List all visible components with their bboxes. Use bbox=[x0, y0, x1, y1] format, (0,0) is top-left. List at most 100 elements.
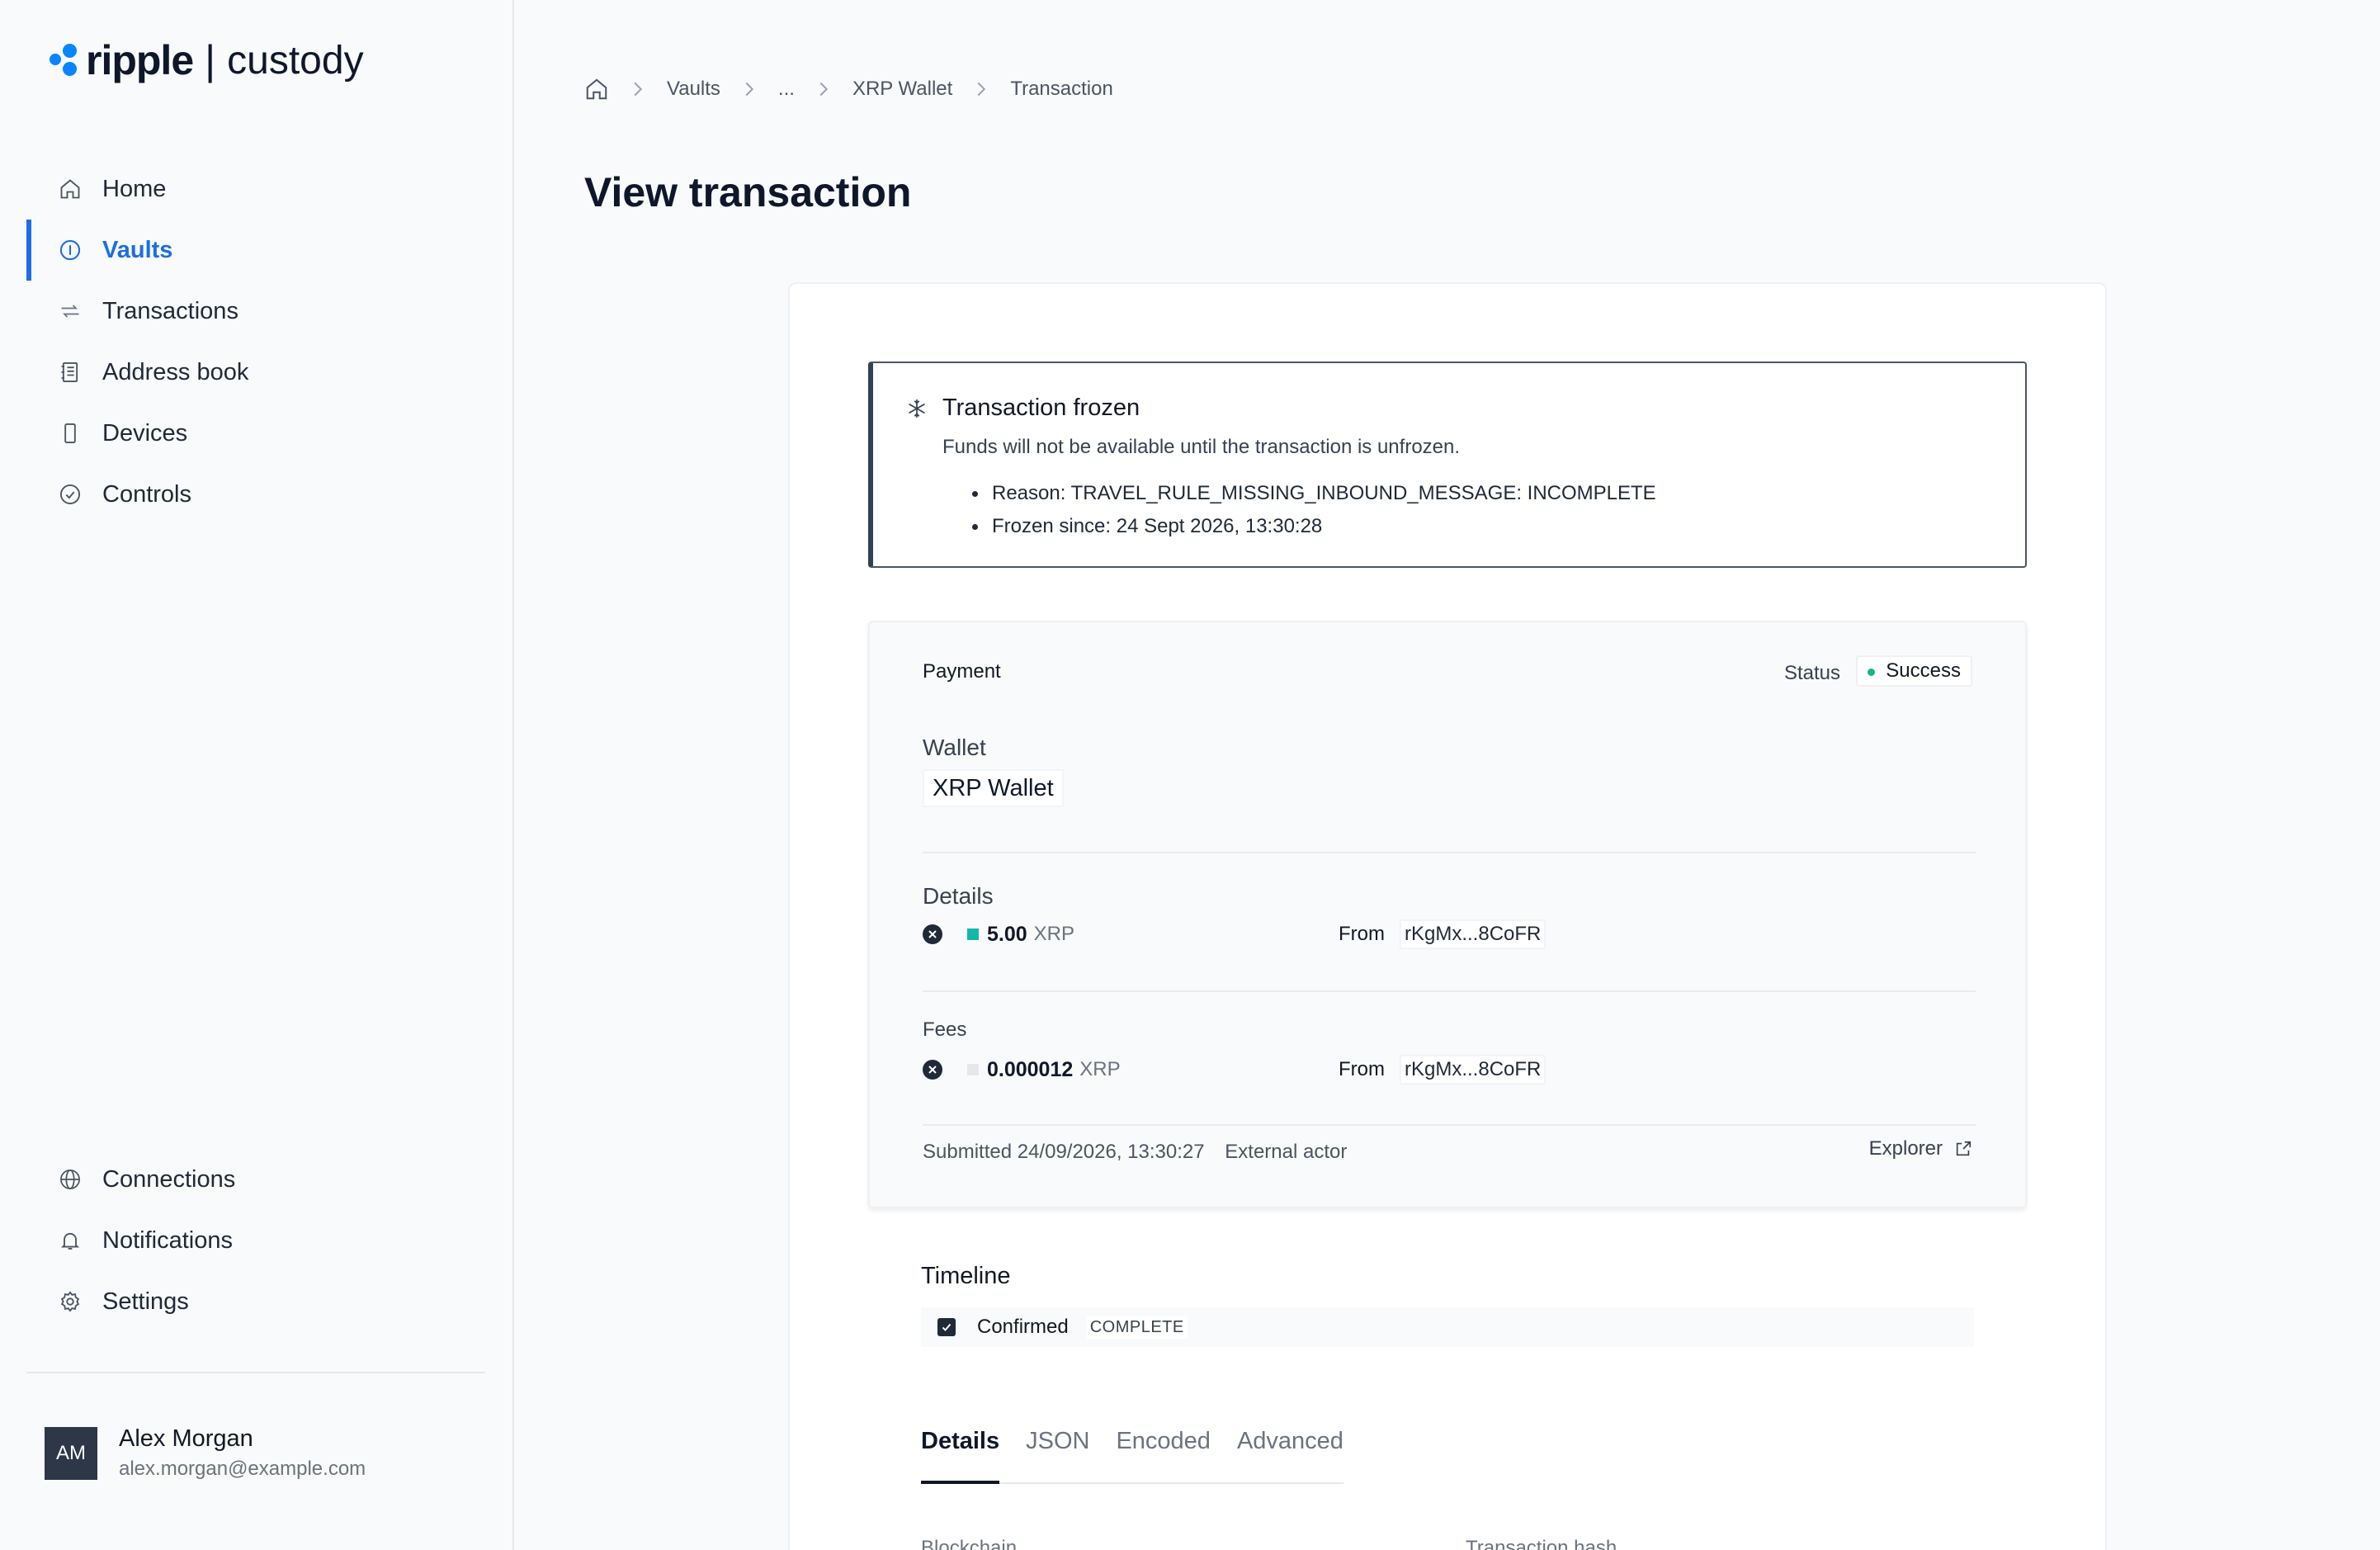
from-label: From bbox=[1339, 1058, 1385, 1080]
brand-logo[interactable]: ripple | custody bbox=[48, 35, 364, 86]
sidebar: ripple | custody Home Vaults Transaction… bbox=[0, 0, 514, 1550]
transfer-icon bbox=[58, 299, 83, 324]
fees-unit: XRP bbox=[1079, 1058, 1121, 1080]
xrp-token-icon bbox=[967, 929, 979, 940]
ripple-logo-icon bbox=[48, 42, 81, 78]
explorer-label: Explorer bbox=[1868, 1137, 1943, 1160]
globe-icon bbox=[58, 1167, 83, 1192]
details-row: 5.00 XRP From rKgMx...8CoFR bbox=[923, 919, 1976, 949]
fee-token-icon bbox=[967, 1064, 979, 1075]
page-title: View transaction bbox=[584, 169, 912, 215]
checkbox-checked-icon bbox=[937, 1318, 956, 1336]
status-label: Status bbox=[1783, 662, 1840, 684]
check-circle-icon bbox=[58, 482, 83, 507]
alert-description: Funds will not be available until the tr… bbox=[942, 436, 1461, 458]
breadcrumb-xrp-wallet[interactable]: XRP Wallet bbox=[852, 78, 952, 101]
external-link-icon bbox=[1956, 1141, 1972, 1156]
sidebar-item-home[interactable]: Home bbox=[26, 158, 489, 220]
sidebar-item-address-book[interactable]: Address book bbox=[26, 342, 489, 403]
sidebar-item-label: Home bbox=[102, 175, 167, 202]
brand-separator: | bbox=[205, 37, 216, 83]
home-icon[interactable] bbox=[584, 77, 609, 102]
from-address[interactable]: rKgMx...8CoFR bbox=[1400, 919, 1547, 949]
divider bbox=[923, 990, 1976, 992]
timeline-item: Confirmed COMPLETE bbox=[921, 1307, 1974, 1347]
brand-product: custody bbox=[227, 38, 364, 83]
sidebar-item-controls[interactable]: Controls bbox=[26, 464, 489, 525]
sidebar-item-connections[interactable]: Connections bbox=[26, 1149, 489, 1210]
details-from: From rKgMx...8CoFR bbox=[1339, 919, 1547, 949]
from-address[interactable]: rKgMx...8CoFR bbox=[1400, 1055, 1547, 1085]
field-label-blockchain: Blockchain bbox=[921, 1537, 1018, 1550]
fees-from: From rKgMx...8CoFR bbox=[1339, 1055, 1547, 1085]
gear-icon bbox=[58, 1289, 83, 1314]
payment-panel: Payment Status Success Wallet XRP Wallet… bbox=[868, 621, 2027, 1208]
sidebar-item-label: Transactions bbox=[102, 297, 238, 324]
bell-icon bbox=[58, 1228, 83, 1253]
divider bbox=[923, 852, 1976, 853]
tab-details[interactable]: Details bbox=[921, 1425, 1000, 1484]
secondary-nav: Connections Notifications Settings bbox=[26, 1149, 489, 1332]
wallet-label: Wallet bbox=[923, 735, 986, 760]
sidebar-item-devices[interactable]: Devices bbox=[26, 403, 489, 464]
details-label: Details bbox=[923, 883, 994, 909]
fees-row: 0.000012 XRP From rKgMx...8CoFR bbox=[923, 1055, 1976, 1085]
tab-advanced[interactable]: Advanced bbox=[1237, 1425, 1343, 1484]
sidebar-item-label: Controls bbox=[102, 480, 191, 508]
fees-label: Fees bbox=[923, 1018, 967, 1041]
alert-frozen-since: Frozen since: 24 Sept 2026, 13:30:28 bbox=[972, 510, 1656, 543]
snowflake-icon bbox=[906, 398, 928, 423]
wallet-value[interactable]: XRP Wallet bbox=[923, 769, 1064, 807]
submitted-timestamp: Submitted 24/09/2026, 13:30:27 bbox=[923, 1141, 1205, 1163]
payment-type: Payment bbox=[923, 660, 1001, 683]
alert-reason: Reason: TRAVEL_RULE_MISSING_INBOUND_MESS… bbox=[972, 477, 1656, 510]
user-profile[interactable]: AM Alex Morgan alex.morgan@example.com bbox=[45, 1425, 366, 1481]
alert-list: Reason: TRAVEL_RULE_MISSING_INBOUND_MESS… bbox=[972, 477, 1656, 543]
chevron-right-icon bbox=[818, 81, 829, 97]
home-icon bbox=[58, 177, 83, 201]
divider bbox=[923, 1124, 1976, 1126]
submitted-actor: External actor bbox=[1225, 1141, 1348, 1163]
explorer-link[interactable]: Explorer bbox=[1869, 1137, 1972, 1160]
vault-icon bbox=[58, 238, 83, 262]
timeline-label: Confirmed bbox=[977, 1316, 1069, 1338]
sidebar-item-settings[interactable]: Settings bbox=[26, 1271, 489, 1332]
sidebar-item-label: Settings bbox=[102, 1288, 189, 1315]
timeline-badge: COMPLETE bbox=[1086, 1316, 1188, 1339]
alert-title: Transaction frozen bbox=[942, 395, 1140, 421]
chevron-right-icon bbox=[744, 81, 755, 97]
user-email: alex.morgan@example.com bbox=[119, 1458, 366, 1480]
breadcrumb-vaults[interactable]: Vaults bbox=[667, 78, 720, 101]
sidebar-item-label: Vaults bbox=[102, 236, 173, 263]
breadcrumb: Vaults ... XRP Wallet Transaction bbox=[584, 76, 1113, 102]
chevron-right-icon bbox=[632, 81, 644, 97]
breadcrumb-transaction: Transaction bbox=[1010, 78, 1113, 100]
close-circle-icon bbox=[923, 924, 942, 944]
breadcrumb-ellipsis[interactable]: ... bbox=[778, 78, 795, 101]
timeline-title: Timeline bbox=[921, 1263, 1011, 1289]
field-label-transaction-hash: Transaction hash bbox=[1466, 1537, 1617, 1550]
sidebar-item-transactions[interactable]: Transactions bbox=[26, 281, 489, 342]
avatar: AM bbox=[45, 1426, 97, 1480]
from-label: From bbox=[1339, 923, 1385, 945]
fees-amount: 0.000012 bbox=[987, 1057, 1074, 1081]
main-nav: Home Vaults Transactions Address book De… bbox=[26, 158, 489, 525]
details-unit: XRP bbox=[1033, 923, 1075, 945]
user-name: Alex Morgan bbox=[119, 1425, 253, 1452]
brand-name: ripple bbox=[86, 37, 194, 83]
chevron-right-icon bbox=[975, 81, 987, 97]
tab-bar: Details JSON Encoded Advanced bbox=[921, 1425, 1343, 1484]
divider bbox=[26, 1372, 485, 1373]
tab-encoded[interactable]: Encoded bbox=[1116, 1425, 1211, 1484]
sidebar-item-label: Notifications bbox=[102, 1226, 233, 1254]
sidebar-item-notifications[interactable]: Notifications bbox=[26, 1210, 489, 1271]
address-book-icon bbox=[58, 360, 83, 385]
submitted-info: Submitted 24/09/2026, 13:30:27 External … bbox=[923, 1141, 1347, 1164]
close-circle-icon bbox=[923, 1060, 942, 1080]
sidebar-item-vaults[interactable]: Vaults bbox=[26, 220, 489, 281]
tab-json[interactable]: JSON bbox=[1026, 1425, 1089, 1484]
device-icon bbox=[58, 421, 83, 446]
sidebar-item-label: Connections bbox=[102, 1165, 236, 1193]
status-badge: Success bbox=[1856, 655, 1972, 687]
details-amount: 5.00 bbox=[987, 922, 1027, 946]
